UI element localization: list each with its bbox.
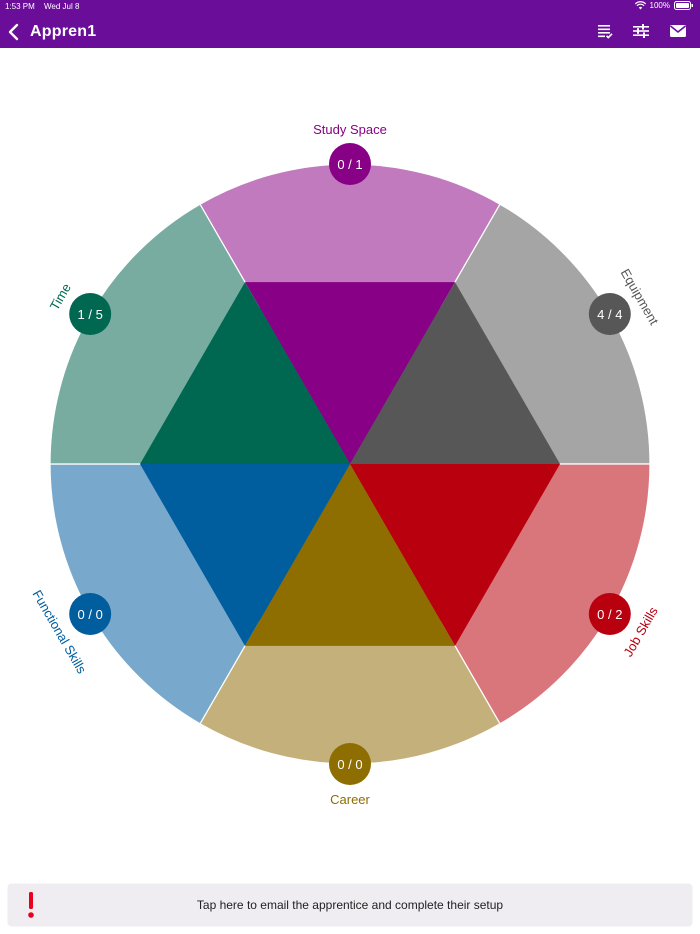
nav-bar: Appren1 xyxy=(0,14,700,48)
score-badge-job-skills[interactable]: 0 / 2 xyxy=(588,593,631,635)
score-badge-study-space[interactable]: 0 / 1 xyxy=(329,143,371,185)
score-job-skills: 0 / 2 xyxy=(597,607,622,622)
score-equipment: 4 / 4 xyxy=(597,307,622,322)
score-badge-equipment[interactable]: 4 / 4 xyxy=(588,293,631,335)
score-badge-functional-skills[interactable]: 0 / 0 xyxy=(69,593,112,635)
back-chevron-icon[interactable] xyxy=(6,22,24,42)
battery-icon xyxy=(674,1,693,10)
score-functional-skills: 0 / 0 xyxy=(78,607,103,622)
exclamation-dot xyxy=(28,912,34,918)
score-badge-time[interactable]: 1 / 5 xyxy=(69,293,112,335)
page-title: Appren1 xyxy=(30,23,97,40)
label-study-space: Study Space xyxy=(313,122,387,137)
wifi-icon xyxy=(634,1,646,10)
battery-percent: 100% xyxy=(649,1,670,10)
score-badge-career[interactable]: 0 / 0 xyxy=(329,743,371,785)
score-time: 1 / 5 xyxy=(78,307,103,322)
status-bar: 1:53 PM Wed Jul 8 100% xyxy=(0,0,700,14)
label-time: Time xyxy=(47,281,74,313)
checklist-icon[interactable] xyxy=(596,23,614,39)
status-time: 1:53 PM xyxy=(5,2,35,11)
email-setup-banner[interactable]: Tap here to email the apprentice and com… xyxy=(8,884,692,926)
sliders-icon[interactable] xyxy=(632,23,650,39)
status-right: 100% xyxy=(634,1,694,10)
score-study-space: 0 / 1 xyxy=(337,157,362,172)
banner-message: Tap here to email the apprentice and com… xyxy=(196,898,504,912)
score-career: 0 / 0 xyxy=(337,757,362,772)
mail-icon[interactable] xyxy=(669,23,687,39)
status-date: Wed Jul 8 xyxy=(44,2,80,11)
label-career: Career xyxy=(330,792,370,807)
skills-wheel: 0 / 1 4 / 4 0 / 2 0 / 0 0 / 0 1 / 5 Study Spac… xyxy=(29,122,661,807)
